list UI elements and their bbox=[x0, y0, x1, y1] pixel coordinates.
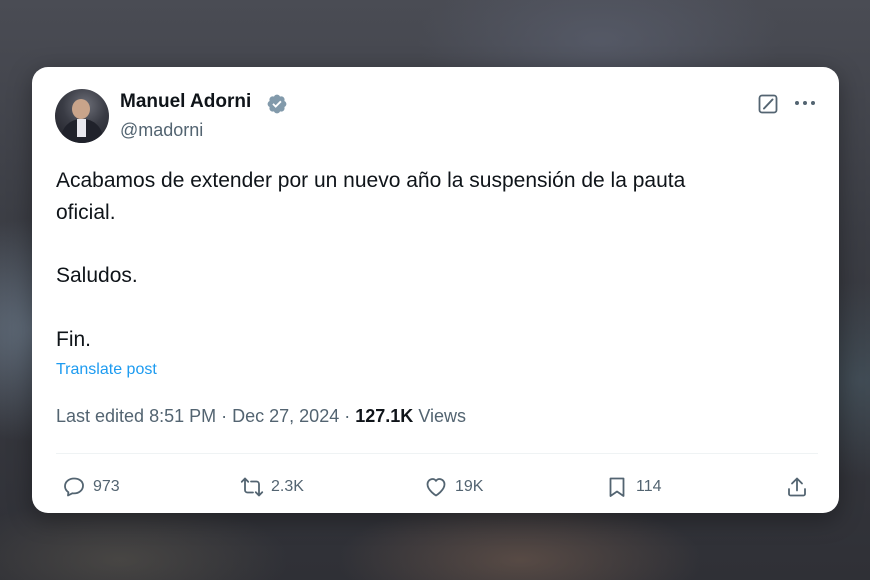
tweet-card: Manuel Adorni @madorni Acabamos de exten… bbox=[32, 67, 839, 513]
author-handle[interactable]: @madorni bbox=[120, 120, 203, 141]
repost-button[interactable]: 2.3K bbox=[240, 473, 304, 501]
verified-badge-icon bbox=[267, 94, 287, 114]
avatar[interactable] bbox=[55, 89, 109, 143]
bookmark-button[interactable]: 114 bbox=[605, 473, 662, 501]
edited-timestamp[interactable]: Last edited 8:51 PM bbox=[56, 406, 216, 426]
more-options-icon[interactable] bbox=[792, 92, 818, 114]
reply-count: 973 bbox=[93, 478, 120, 495]
post-text: Acabamos de extender por un nuevo año la… bbox=[56, 165, 796, 355]
post-text-line: Acabamos de extender por un nuevo año la… bbox=[56, 169, 686, 192]
divider bbox=[56, 453, 818, 454]
bookmark-icon bbox=[609, 477, 625, 497]
post-text-line: Saludos. bbox=[56, 264, 138, 287]
views-count: 127.1K bbox=[355, 406, 414, 426]
repost-icon bbox=[240, 477, 264, 497]
post-text-line: oficial. bbox=[56, 200, 116, 224]
like-count: 19K bbox=[455, 478, 484, 495]
repost-count: 2.3K bbox=[271, 478, 304, 495]
meta-separator: · bbox=[344, 406, 351, 426]
views-label: Views bbox=[418, 406, 467, 426]
heart-icon bbox=[426, 478, 446, 497]
reply-icon bbox=[64, 477, 84, 497]
share-button[interactable] bbox=[785, 473, 809, 501]
grok-icon[interactable] bbox=[758, 94, 778, 114]
like-button[interactable]: 19K bbox=[424, 473, 483, 501]
share-icon bbox=[788, 477, 806, 497]
bookmark-count: 114 bbox=[636, 478, 662, 495]
post-date[interactable]: Dec 27, 2024 bbox=[232, 406, 339, 426]
meta-separator: · bbox=[221, 406, 228, 426]
author-name[interactable]: Manuel Adorni bbox=[120, 91, 251, 113]
translate-post-link[interactable]: Translate post bbox=[56, 361, 157, 379]
post-text-line: Fin. bbox=[56, 327, 92, 351]
reply-button[interactable]: 973 bbox=[62, 473, 120, 501]
post-metadata: Last edited 8:51 PM · Dec 27, 2024 · 127… bbox=[56, 406, 466, 427]
